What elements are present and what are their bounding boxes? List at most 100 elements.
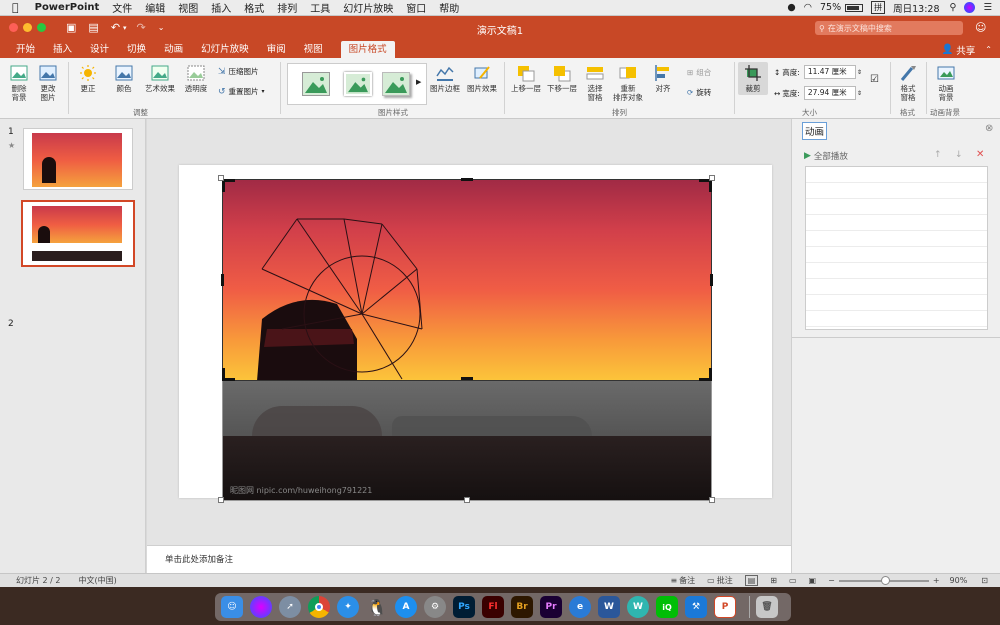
change-picture-button[interactable]: 更改 图片 (36, 64, 60, 102)
zoom-window-button[interactable] (37, 23, 46, 32)
height-stepper[interactable]: ⇕ (857, 69, 862, 76)
gallery-more-icon[interactable]: ▶ (416, 78, 421, 86)
transparency-button[interactable]: 透明度 (182, 64, 210, 93)
dock-system-preferences-icon[interactable]: ⚙ (424, 596, 446, 618)
dock-safari-icon[interactable]: ✦ (337, 596, 359, 618)
slideshow-icon[interactable]: ▣ (809, 576, 817, 585)
notification-icon[interactable]: ☰ (983, 2, 992, 13)
menu-edit[interactable]: 编辑 (145, 0, 165, 15)
picture-styles-gallery[interactable] (287, 63, 427, 105)
reading-view-icon[interactable]: ▭ (789, 576, 797, 585)
picture-style-1[interactable] (302, 72, 330, 96)
dock-xcode-icon[interactable]: ⚒ (685, 596, 707, 618)
resize-handle-br[interactable] (709, 497, 715, 503)
dock-bridge-icon[interactable]: Br (511, 596, 533, 618)
animation-list[interactable] (805, 166, 988, 330)
tab-slideshow[interactable]: 幻灯片放映 (201, 41, 249, 58)
animate-background-button[interactable]: 动画 背景 (933, 64, 959, 102)
tab-home[interactable]: 开始 (16, 41, 35, 58)
slide-sorter-icon[interactable]: ⊞ (770, 576, 777, 585)
save-icon[interactable]: ▤ (88, 21, 98, 34)
tab-view[interactable]: 视图 (304, 41, 323, 58)
tab-animations[interactable]: 动画 (164, 41, 183, 58)
notes-toggle-button[interactable]: ≡ 备注 (670, 575, 695, 586)
menu-help[interactable]: 帮助 (439, 0, 459, 15)
resize-handle-tr[interactable] (709, 175, 715, 181)
menu-app-name[interactable]: PowerPoint (35, 2, 100, 13)
tab-design[interactable]: 设计 (90, 41, 109, 58)
wifi-icon[interactable]: ◠ (804, 2, 812, 13)
tab-transitions[interactable]: 切换 (127, 41, 146, 58)
align-button[interactable]: 对齐 (650, 64, 676, 93)
reorder-objects-button[interactable]: 重新 排序对象 (612, 64, 644, 102)
dock-browser-icon[interactable]: e (569, 596, 591, 618)
menu-slideshow[interactable]: 幻灯片放映 (343, 0, 393, 15)
resize-handle-tl[interactable] (218, 175, 224, 181)
crop-handle-left[interactable] (221, 274, 224, 286)
language-indicator[interactable]: 中文(中国) (79, 575, 117, 586)
dock-wunderlist-icon[interactable]: W (627, 596, 649, 618)
search-document-field[interactable]: ⚲ 在演示文稿中搜索 (815, 21, 963, 35)
crop-button[interactable]: 裁剪 (738, 62, 768, 95)
zoom-slider[interactable] (838, 575, 929, 585)
dock-siri-icon[interactable] (250, 596, 272, 618)
color-button[interactable]: 颜色 (110, 64, 138, 93)
height-input[interactable]: 11.47 厘米 (803, 65, 856, 79)
dock-trash-icon[interactable]: 🗑 (756, 596, 778, 618)
lock-aspect-checkbox[interactable]: ☑ (870, 74, 879, 85)
zoom-slider-thumb[interactable] (880, 575, 890, 585)
dock-qq-icon[interactable]: 🐧 (366, 596, 388, 618)
picture-effects-button[interactable]: 图片效果 (466, 64, 498, 93)
undo-icon[interactable]: ↶ (111, 21, 120, 34)
bring-forward-button[interactable]: 上移一层 (510, 64, 542, 93)
collapse-ribbon-icon[interactable]: ⌃ (985, 45, 992, 54)
dock-iqiyi-icon[interactable]: iQ (656, 596, 678, 618)
menu-arrange[interactable]: 排列 (277, 0, 297, 15)
undo-dropdown-icon[interactable]: ▾ (123, 24, 127, 32)
move-down-icon[interactable]: ↓ (955, 150, 963, 160)
picture-border-button[interactable]: 图片边框 (430, 64, 460, 93)
input-method-icon[interactable]: 拼 (871, 1, 886, 14)
play-all-button[interactable]: ▶ 全部播放 (804, 150, 848, 162)
tab-picture-format[interactable]: 图片格式 (340, 41, 395, 58)
dock-premiere-icon[interactable]: Pr (540, 596, 562, 618)
share-button[interactable]: 👤 共享 (941, 43, 975, 57)
width-stepper[interactable]: ⇕ (857, 90, 862, 97)
crop-handle-top[interactable] (461, 178, 473, 181)
reset-picture-button[interactable]: ↺ 重置图片 ▾ (218, 86, 265, 97)
close-pane-icon[interactable]: ⊗ (985, 123, 993, 134)
minimize-window-button[interactable] (23, 23, 32, 32)
picture-style-2[interactable] (344, 72, 372, 96)
remove-animation-icon[interactable]: ✕ (976, 149, 984, 160)
dock-chrome-icon[interactable] (308, 596, 330, 618)
menu-tools[interactable]: 工具 (310, 0, 330, 15)
dock-launchpad-icon[interactable]: ➚ (279, 596, 301, 618)
tab-insert[interactable]: 插入 (53, 41, 72, 58)
resize-handle-bottom[interactable] (464, 497, 470, 503)
siri-icon[interactable] (964, 2, 976, 13)
close-window-button[interactable] (9, 23, 18, 32)
slide-editing-area[interactable]: 昵图网 nipic.com/huweihong791221 (147, 119, 791, 545)
rotate-button[interactable]: ⟳ 旋转 (687, 87, 711, 98)
dock-flash-icon[interactable]: Fl (482, 596, 504, 618)
dock-powerpoint-icon[interactable]: P (714, 596, 736, 618)
crop-handle-bottom[interactable] (461, 377, 473, 380)
remove-background-button[interactable]: 删除 背景 (7, 64, 31, 102)
selection-pane-button[interactable]: 选择 窗格 (582, 64, 608, 102)
qq-status-icon[interactable]: ● (787, 2, 795, 13)
menu-format[interactable]: 格式 (244, 0, 264, 15)
crop-handle-br[interactable] (699, 368, 712, 381)
move-up-icon[interactable]: ↑ (934, 150, 942, 160)
artistic-effects-button[interactable]: 艺术效果 (144, 64, 176, 93)
windmill-picture[interactable] (222, 179, 712, 381)
dock-word-icon[interactable]: W (598, 596, 620, 618)
apple-icon[interactable]:  (12, 1, 19, 14)
sidebar-toggle-icon[interactable]: ▣ (66, 21, 76, 34)
tab-review[interactable]: 审阅 (267, 41, 286, 58)
menu-insert[interactable]: 插入 (211, 0, 231, 15)
picture-style-3[interactable] (382, 72, 410, 96)
compress-pictures-button[interactable]: ⇲ 压缩图片 (218, 66, 259, 77)
menu-view[interactable]: 视图 (178, 0, 198, 15)
smiley-feedback-icon[interactable]: ☺ (975, 21, 986, 34)
width-input[interactable]: 27.94 厘米 (803, 86, 856, 100)
